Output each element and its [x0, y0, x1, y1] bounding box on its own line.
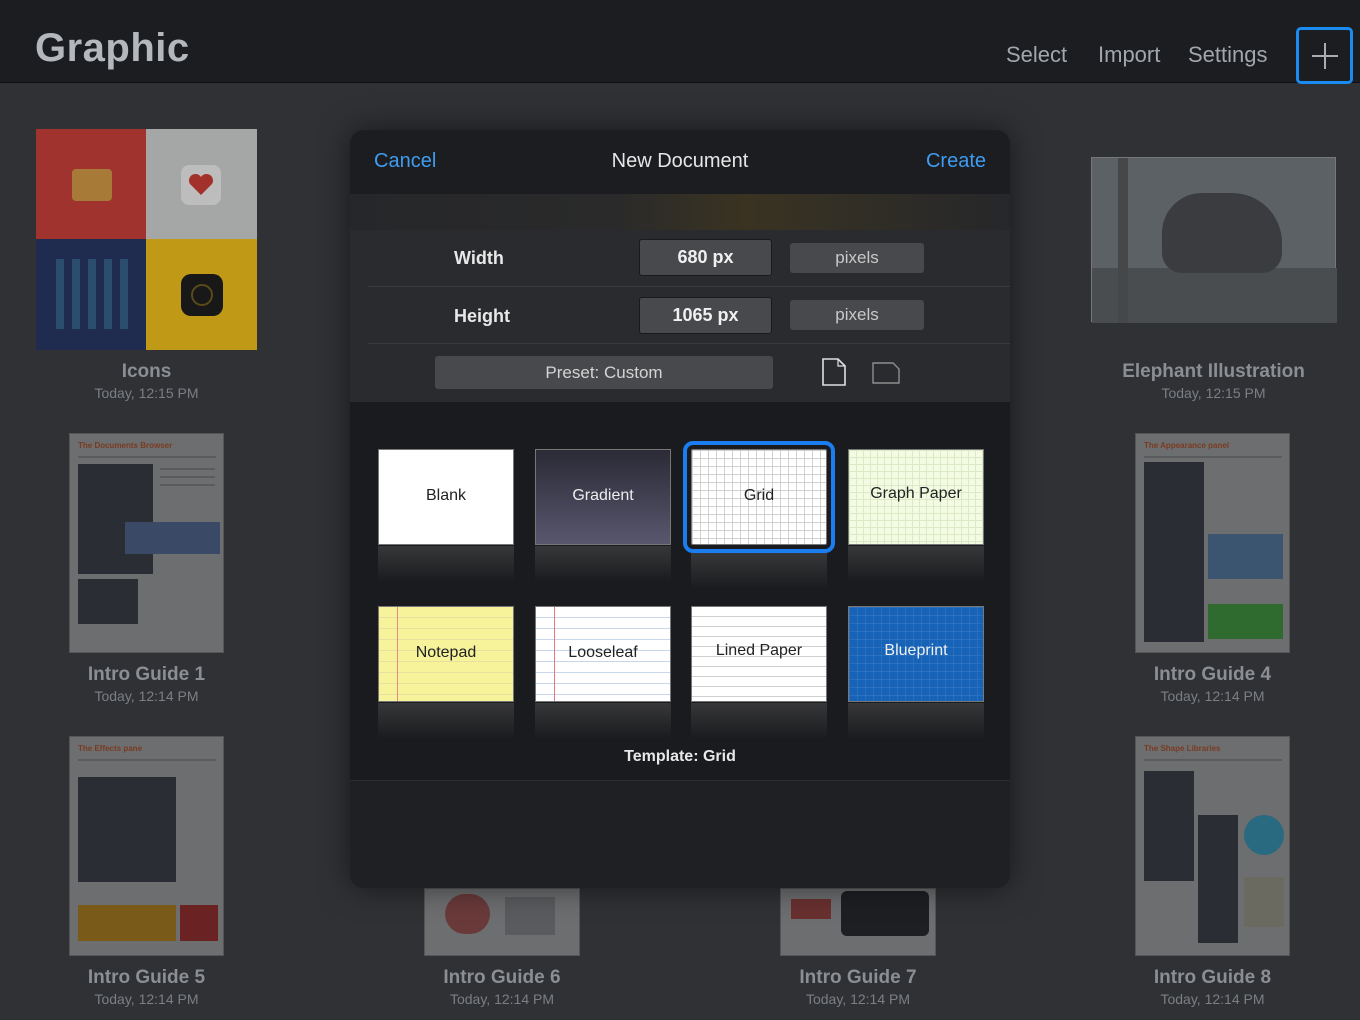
template-graph-paper[interactable]: Graph Paper	[848, 449, 984, 582]
dialog-title: New Document	[611, 150, 749, 172]
selected-template-label: Template: Grid	[624, 748, 736, 765]
template-grid[interactable]: Grid	[683, 441, 835, 589]
document-item[interactable]: Intro Guide 6 Today, 12:14 PM	[424, 888, 580, 1011]
document-thumbnail	[1091, 157, 1337, 323]
document-name: Icons	[121, 361, 172, 382]
document-date: Today, 12:15 PM	[1161, 385, 1266, 401]
document-item[interactable]: The Documents Browser Intro Guide 1 Toda…	[69, 433, 224, 708]
width-unit-select[interactable]: pixels	[790, 243, 924, 273]
document-thumbnail	[780, 888, 936, 956]
dialog-header: New Document Cancel Create	[350, 130, 1010, 194]
height-field[interactable]: 1065 px	[639, 297, 772, 334]
top-bar: Graphic Select Import Settings	[0, 0, 1360, 84]
document-item[interactable]: The Shape Libraries Intro Guide 8 Today,…	[1135, 736, 1290, 1011]
document-item[interactable]: Icons Today, 12:15 PM	[36, 129, 257, 404]
elephant-illustration	[1162, 193, 1282, 273]
select-button[interactable]: Select	[1006, 42, 1067, 68]
landscape-page-icon[interactable]	[872, 362, 900, 389]
app-title: Graphic	[35, 26, 190, 70]
add-document-button[interactable]	[1296, 27, 1353, 84]
height-label: Height	[454, 306, 510, 326]
template-blueprint[interactable]: Blueprint	[848, 606, 984, 739]
document-date: Today, 12:14 PM	[94, 991, 199, 1007]
heart-rate-icon	[181, 165, 221, 205]
new-document-dialog: New Document Cancel Create Width 680 px …	[350, 130, 1010, 888]
plus-icon	[1312, 43, 1338, 69]
import-button[interactable]: Import	[1098, 42, 1160, 68]
settings-button[interactable]: Settings	[1188, 42, 1268, 68]
document-date: Today, 12:14 PM	[1160, 991, 1265, 1007]
document-thumbnail	[424, 888, 580, 956]
document-name: Intro Guide 7	[799, 967, 917, 988]
document-date: Today, 12:14 PM	[449, 991, 555, 1007]
cancel-button[interactable]: Cancel	[374, 150, 436, 173]
height-unit-select[interactable]: pixels	[790, 300, 924, 330]
create-button[interactable]: Create	[926, 150, 986, 173]
dialog-footer	[350, 780, 1010, 888]
document-thumbnail: The Effects pane	[69, 736, 224, 956]
document-item[interactable]: The Appearance panel Intro Guide 4 Today…	[1135, 433, 1290, 708]
briefcase-icon	[72, 169, 112, 201]
portrait-page-icon[interactable]	[822, 358, 846, 391]
document-thumbnail: The Documents Browser	[69, 433, 224, 653]
document-name: Intro Guide 4	[1153, 664, 1272, 685]
width-label: Width	[454, 248, 504, 268]
document-date: Today, 12:15 PM	[94, 385, 199, 401]
dialog-divider-strip	[350, 194, 1010, 230]
document-date: Today, 12:14 PM	[1160, 688, 1265, 704]
document-date: Today, 12:14 PM	[805, 991, 911, 1007]
app-icons-grid	[56, 259, 128, 329]
document-name: Intro Guide 1	[87, 664, 206, 685]
template-looseleaf[interactable]: Looseleaf	[535, 606, 671, 739]
document-name: Intro Guide 5	[87, 967, 206, 988]
template-lined-paper[interactable]: Lined Paper	[691, 606, 827, 739]
template-gallery: Blank Gradient Grid Graph Paper Notepad …	[350, 402, 1010, 780]
document-thumbnail: The Appearance panel	[1135, 433, 1290, 653]
dial-icon	[181, 274, 223, 316]
document-item[interactable]: Intro Guide 7 Today, 12:14 PM	[780, 888, 936, 1011]
document-name: Intro Guide 8	[1153, 967, 1272, 988]
template-blank[interactable]: Blank	[378, 449, 514, 582]
document-item[interactable]: The Effects pane Intro Guide 5 Today, 12…	[69, 736, 224, 1011]
document-thumbnail: The Shape Libraries	[1135, 736, 1290, 956]
preset-select[interactable]: Preset: Custom	[435, 356, 773, 389]
document-date: Today, 12:14 PM	[94, 688, 199, 704]
width-field[interactable]: 680 px	[639, 239, 772, 276]
template-gradient[interactable]: Gradient	[535, 449, 671, 582]
document-thumbnail	[36, 129, 257, 350]
document-item[interactable]: Elephant Illustration Today, 12:15 PM	[1091, 157, 1337, 404]
document-name: Intro Guide 6	[443, 967, 561, 988]
document-name: Elephant Illustration	[1122, 361, 1305, 382]
template-notepad[interactable]: Notepad	[378, 606, 514, 739]
